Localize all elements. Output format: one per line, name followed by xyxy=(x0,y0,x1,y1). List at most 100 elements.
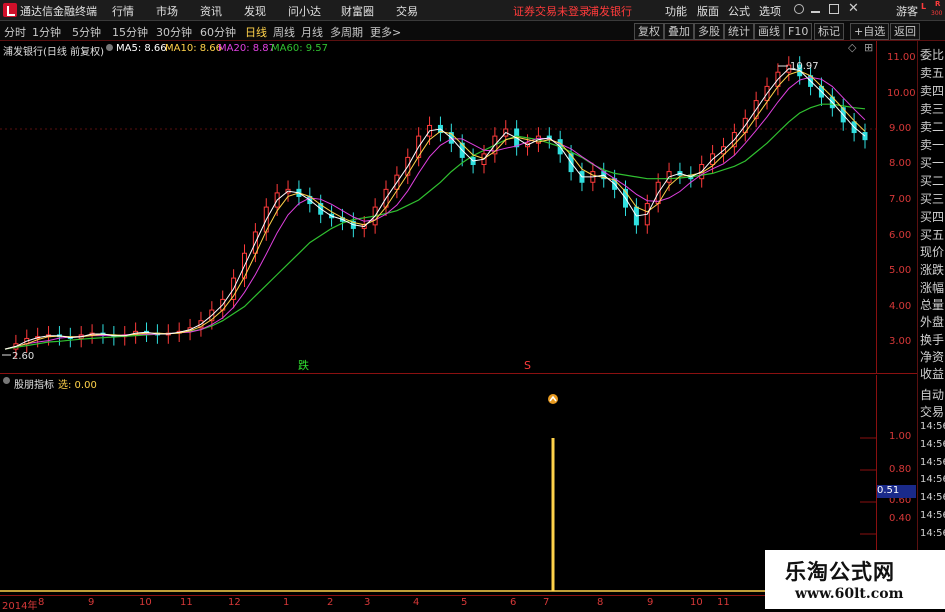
quote-panel-item[interactable]: 14:56 xyxy=(920,439,945,450)
menu-item-discover[interactable]: 发现 xyxy=(244,3,266,19)
quote-panel-item[interactable]: 涨跌 xyxy=(920,261,944,278)
period-multi[interactable]: 多周期 xyxy=(330,24,363,40)
ma60-legend: MA60: 9.57 xyxy=(271,43,329,54)
ma5-legend: MA5: 8.66 xyxy=(116,43,167,54)
price-tick: 8.00 xyxy=(889,158,912,169)
quote-panel-item[interactable]: 14:56 xyxy=(920,528,945,539)
menu-item-options[interactable]: 选项 xyxy=(759,3,781,19)
quote-panel-item[interactable]: 卖三 xyxy=(920,100,944,117)
menu-item-market[interactable]: 市场 xyxy=(156,3,178,19)
menu-item-trade[interactable]: 交易 xyxy=(396,3,418,19)
back-button[interactable]: 返回 xyxy=(890,23,920,40)
quote-panel-item[interactable]: 买四 xyxy=(920,208,944,225)
overlay-button[interactable]: 叠加 xyxy=(664,23,694,40)
quote-panel-item[interactable]: 涨幅 xyxy=(920,279,944,296)
quote-panel-item[interactable]: 卖二 xyxy=(920,118,944,135)
quote-panel-item[interactable]: 现价 xyxy=(920,243,944,260)
chart-divider xyxy=(0,373,917,374)
f10-button[interactable]: F10 xyxy=(784,23,813,40)
help-icon[interactable] xyxy=(794,4,804,14)
price-tick: 9.00 xyxy=(889,123,912,134)
candlesticks xyxy=(13,56,868,358)
period-more[interactable]: 更多> xyxy=(370,24,401,40)
menu-item-quotes[interactable]: 行情 xyxy=(112,3,134,19)
period-15min[interactable]: 15分钟 xyxy=(112,24,148,40)
diamond-icon[interactable]: ◇ xyxy=(848,41,856,54)
menu-item-layout[interactable]: 版面 xyxy=(697,3,719,19)
time-tick: 11 xyxy=(180,597,193,608)
indicator-tick: 0.80 xyxy=(889,464,912,475)
watermark-title: 乐淘公式网 xyxy=(785,560,895,584)
legend-toggle-icon[interactable] xyxy=(106,44,113,51)
quote-panel-item[interactable]: 14:56 xyxy=(920,457,945,468)
price-tick: 10.00 xyxy=(887,88,916,99)
menu-item-ask[interactable]: 问小达 xyxy=(288,3,321,19)
quote-panel-item[interactable]: 委比 xyxy=(920,46,944,63)
menu-item-function[interactable]: 功能 xyxy=(665,3,687,19)
app-title: 通达信金融终端 xyxy=(20,5,97,18)
time-tick: 12 xyxy=(228,597,241,608)
ma20-legend: MA20: 8.87 xyxy=(218,43,276,54)
ma10-legend: MA10: 8.66 xyxy=(165,43,223,54)
watermark: 乐淘公式网 www.60lt.com xyxy=(765,550,945,609)
login-status[interactable]: 证券交易未登录 xyxy=(513,3,590,19)
guest-label[interactable]: 游客 xyxy=(896,3,918,19)
quote-panel-item[interactable]: 自动 xyxy=(920,386,944,403)
menu-item-formula[interactable]: 公式 xyxy=(728,3,750,19)
quote-panel-item[interactable]: 买三 xyxy=(920,190,944,207)
period-weekly[interactable]: 周线 xyxy=(273,24,295,40)
quote-panel-item[interactable]: 净资 xyxy=(920,348,944,365)
minimize-icon[interactable] xyxy=(811,11,820,13)
price-axis: 11.00 10.00 9.00 8.00 7.00 6.00 5.00 4.0… xyxy=(876,41,917,373)
stats-button[interactable]: 统计 xyxy=(724,23,754,40)
period-30min[interactable]: 30分钟 xyxy=(156,24,192,40)
quote-panel-item[interactable]: 14:56 xyxy=(920,474,945,485)
draw-button[interactable]: 画线 xyxy=(754,23,784,40)
price-tick: 6.00 xyxy=(889,230,912,241)
quote-panel-item[interactable]: 14:56 xyxy=(920,492,945,503)
indicator-tick: 0.40 xyxy=(889,513,912,524)
expand-icon[interactable]: ⊞ xyxy=(864,41,873,54)
quote-panel-item[interactable]: 卖一 xyxy=(920,136,944,153)
period-daily[interactable]: 日线 xyxy=(245,24,267,40)
adjust-button[interactable]: 复权 xyxy=(634,23,664,40)
quote-panel-item[interactable]: 14:56 xyxy=(920,510,945,521)
period-monthly[interactable]: 月线 xyxy=(301,24,323,40)
quote-panel-item[interactable]: 卖五 xyxy=(920,64,944,81)
period-5min[interactable]: 5分钟 xyxy=(72,24,101,40)
quote-panel-item[interactable]: 收益 xyxy=(920,365,944,382)
menu-item-wealth[interactable]: 财富圈 xyxy=(341,3,374,19)
period-1min[interactable]: 1分钟 xyxy=(32,24,61,40)
multistock-button[interactable]: 多股 xyxy=(694,23,724,40)
quote-panel-item[interactable]: 外盘 xyxy=(920,313,944,330)
period-intraday[interactable]: 分时 xyxy=(4,24,26,40)
mark-button[interactable]: 标记 xyxy=(814,23,844,40)
time-tick: 8 xyxy=(38,597,45,608)
high-price-label: 10.97 xyxy=(790,61,819,72)
add-watchlist-button[interactable]: +自选 xyxy=(850,23,890,40)
quote-panel-item[interactable]: 换手 xyxy=(920,331,944,348)
maximize-icon[interactable] xyxy=(829,4,839,14)
ma5-line xyxy=(4,68,866,350)
period-60min[interactable]: 60分钟 xyxy=(200,24,236,40)
quote-panel-item[interactable]: 交易 xyxy=(920,403,944,420)
main-price-chart[interactable]: 10.97 2.60 跌 S xyxy=(0,41,876,373)
ma10-line xyxy=(4,70,866,350)
quote-panel-item[interactable]: 买二 xyxy=(920,172,944,189)
quote-panel-item[interactable]: 总量 xyxy=(920,296,944,313)
indicator-value: 选: 0.00 xyxy=(58,380,97,391)
price-tick: 5.00 xyxy=(889,265,912,276)
quote-panel-item[interactable]: 买一 xyxy=(920,154,944,171)
menu-item-news[interactable]: 资讯 xyxy=(200,3,222,19)
indicator-toggle-icon[interactable] xyxy=(3,377,10,384)
time-tick: 8 xyxy=(597,597,604,608)
r-indicator: R xyxy=(935,0,941,8)
quote-panel-item[interactable]: 卖四 xyxy=(920,82,944,99)
close-icon[interactable]: ✕ xyxy=(848,1,859,16)
quote-panel-item[interactable]: 买五 xyxy=(920,226,944,243)
quote-panel: 委比 卖五 卖四 卖三 卖二 卖一 买一 买二 买三 买四 买五 现价 涨跌 涨幅 总量 外盘 换手 净资 收益自动… xyxy=(917,41,945,595)
time-tick: 9 xyxy=(647,597,654,608)
indicator-chart[interactable] xyxy=(0,375,876,595)
quote-panel-item[interactable]: 14:56 xyxy=(920,421,945,432)
price-tick: 4.00 xyxy=(889,301,912,312)
